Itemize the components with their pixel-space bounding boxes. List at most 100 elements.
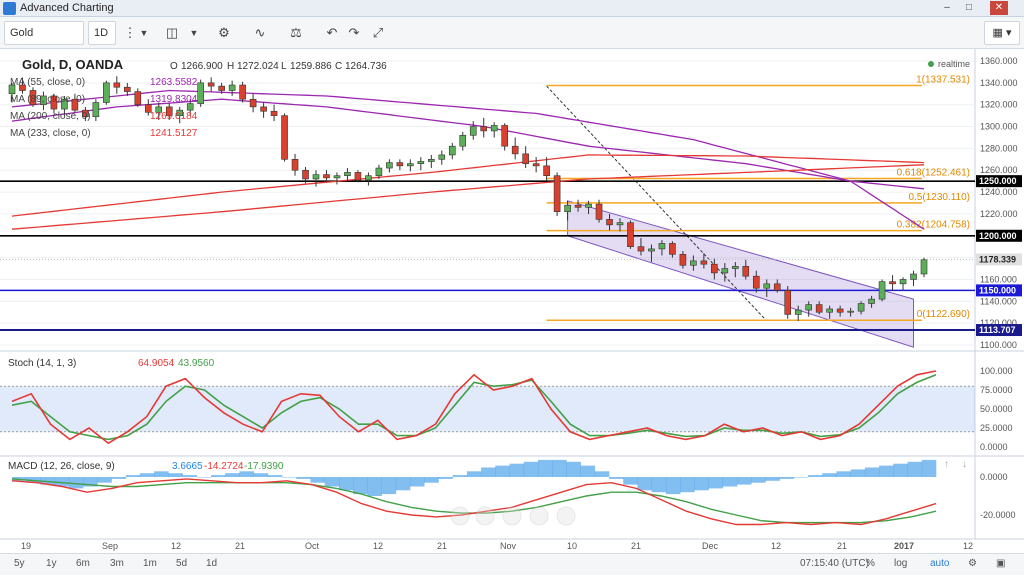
macd-histogram-bar (438, 477, 453, 479)
candle-up (690, 260, 697, 266)
macd-histogram-bar (623, 477, 638, 485)
x-tick-label: 10 (567, 541, 577, 551)
candle-up (469, 126, 477, 136)
layout-select[interactable]: ▦ ▾ (984, 21, 1020, 45)
scales-icon[interactable]: ⚖ (284, 21, 308, 45)
candle-down (574, 204, 582, 208)
x-tick-label: 21 (837, 541, 847, 551)
candle-down (124, 86, 131, 92)
candle-down (742, 266, 750, 277)
price-tick-label: 1320.000 (980, 100, 1018, 110)
macd-tick-label: -20.0000 (980, 510, 1016, 520)
range-1m[interactable]: 1m (143, 558, 157, 569)
candle-up (868, 298, 875, 304)
range-3m[interactable]: 3m (110, 558, 124, 569)
range-1y[interactable]: 1y (46, 558, 57, 569)
pane-down-icon[interactable]: ↓ (962, 459, 967, 470)
macd-histogram-bar (665, 477, 681, 495)
range-6m[interactable]: 6m (76, 558, 90, 569)
macd-histogram-bar (580, 465, 596, 477)
macd-histogram-bar (97, 477, 112, 483)
reset-icon[interactable] (502, 506, 522, 526)
gear-icon-bottom[interactable]: ⚙ (968, 558, 977, 569)
candle-down (637, 246, 645, 252)
macd-histogram-bar (125, 475, 141, 477)
chart-type-chevron-icon[interactable]: ▼ (182, 21, 206, 45)
x-tick-label: 2017 (894, 541, 914, 551)
candle-up (490, 125, 498, 132)
candle-down (396, 162, 404, 167)
macd-histogram-bar (552, 459, 567, 477)
scroll-left-icon[interactable] (450, 506, 470, 526)
candle-up (805, 304, 812, 311)
macd-histogram-bar (879, 465, 894, 477)
minimize-icon[interactable]: – (940, 1, 954, 15)
percent-toggle[interactable]: % (866, 558, 875, 569)
candle-up (344, 172, 351, 176)
x-tick-label: Sep (102, 541, 118, 551)
symbol-input[interactable]: Gold (4, 21, 84, 45)
range-5d[interactable]: 5d (176, 558, 187, 569)
candle-up (564, 204, 571, 213)
redo-icon[interactable]: ↷ (342, 21, 366, 45)
candle-up (847, 310, 854, 313)
stoch-label: Stoch (14, 1, 3) (8, 358, 76, 369)
log-toggle[interactable]: log (894, 558, 907, 569)
range-1d[interactable]: 1d (206, 558, 217, 569)
macd-histogram-bar (381, 477, 397, 495)
chevron-down-icon[interactable]: ▼ (132, 21, 156, 45)
interval-select[interactable]: 1D (88, 21, 116, 45)
macd-histogram-bar (836, 471, 852, 477)
stoch-k-value: 64.9054 (138, 358, 175, 369)
candle-down (532, 163, 540, 167)
fib-level-label: 0.382(1204.758) (897, 220, 970, 231)
candle-up (197, 82, 204, 104)
ohlc-h-value: 1272.024 (237, 61, 279, 72)
price-tick-label: 1240.000 (980, 187, 1018, 197)
x-tick-label: 19 (21, 541, 31, 551)
indicators-icon[interactable]: ∿ (248, 21, 272, 45)
macd-histogram-bar (537, 459, 553, 477)
stoch-tick-label: 100.000 (980, 366, 1013, 376)
stoch-tick-label: 0.0000 (980, 442, 1008, 452)
window-title: Advanced Charting (20, 2, 114, 14)
candle-up (826, 308, 833, 313)
price-flag-label: 1200.000 (979, 231, 1017, 241)
macd-histogram-bar (509, 463, 525, 477)
candle-down (773, 283, 781, 291)
gear-icon[interactable]: ⚙ (212, 21, 236, 45)
candle-up (417, 161, 425, 164)
undo-icon[interactable]: ↶ (320, 21, 344, 45)
macd-histogram-bar (253, 473, 269, 477)
price-tick-label: 1360.000 (980, 56, 1018, 66)
macd-histogram-bar (751, 477, 766, 483)
window-titlebar: Advanced Charting – □ ✕ (0, 0, 1024, 17)
fullscreen-icon[interactable]: ⤢ (366, 21, 390, 45)
candle-down (281, 115, 288, 160)
maximize-icon[interactable]: □ (962, 1, 976, 15)
macd-histogram-bar (808, 475, 823, 477)
stoch-tick-label: 75.0000 (980, 385, 1013, 395)
candle-up (910, 273, 917, 280)
macd-histogram-bar (765, 477, 780, 481)
x-tick-label: 12 (373, 541, 383, 551)
x-tick-label: 21 (437, 541, 447, 551)
zoom-out-icon[interactable] (475, 506, 495, 526)
range-5y[interactable]: 5y (14, 558, 25, 569)
auto-toggle[interactable]: auto (930, 558, 949, 569)
chart-svg[interactable]: 1(1337.531) 0.618(1252.461) 0.5(1230.110) 0… (0, 49, 1024, 575)
macd-histogram-bar (310, 477, 326, 483)
chart-area[interactable]: 1(1337.531) 0.618(1252.461) 0.5(1230.110) 0… (0, 49, 1024, 575)
pane-up-icon[interactable]: ↑ (944, 459, 949, 470)
macd-histogram-bar (410, 477, 425, 487)
zoom-in-icon[interactable] (529, 506, 549, 526)
scroll-right-icon[interactable] (556, 506, 576, 526)
candlestick-icon[interactable]: ◫ (160, 21, 184, 45)
macd-histogram-bar (779, 477, 795, 479)
screenshot-icon[interactable]: ▣ (996, 558, 1005, 569)
macd-histogram-bar (353, 477, 368, 495)
candle-up (616, 222, 624, 226)
close-icon[interactable]: ✕ (990, 1, 1008, 15)
price-tick-label: 1220.000 (980, 209, 1018, 219)
candle-up (857, 303, 865, 312)
